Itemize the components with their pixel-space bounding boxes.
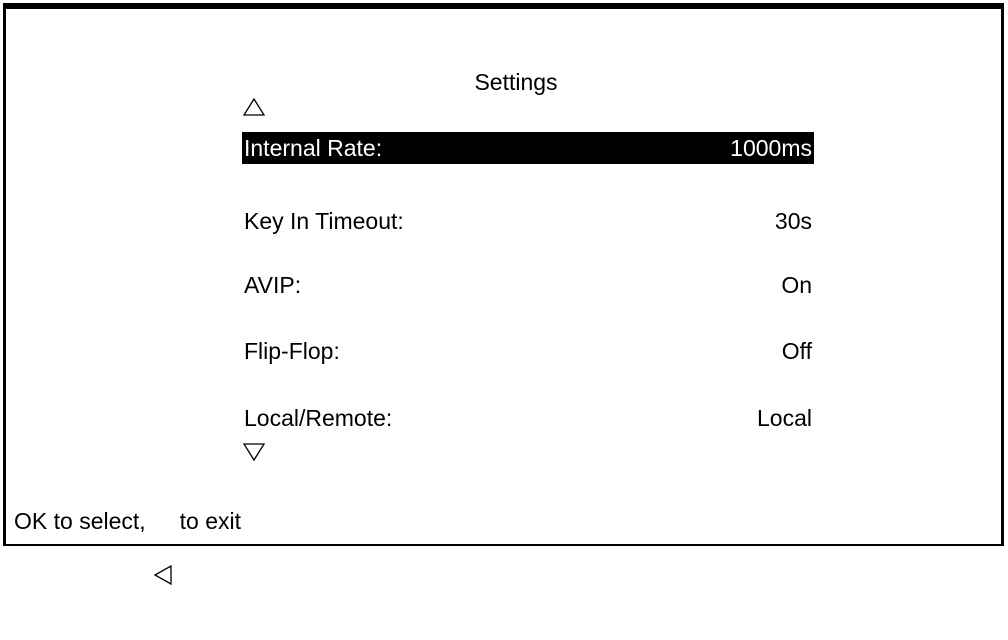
menu-item-avip[interactable]: AVIP: On: [242, 269, 814, 301]
triangle-left-icon: [152, 510, 174, 586]
menu-item-local-remote[interactable]: Local/Remote: Local: [242, 402, 814, 434]
menu-item-value: 30s: [774, 207, 812, 234]
menu-item-value: 1000ms: [730, 134, 812, 161]
menu-item-label: Internal Rate:: [244, 134, 383, 161]
scroll-up-arrow-icon[interactable]: [242, 97, 266, 117]
footer-hint-select: OK to select,: [14, 507, 146, 534]
menu-item-label: Local/Remote:: [244, 404, 393, 431]
menu-item-value: On: [781, 271, 812, 298]
menu-item-label: Flip-Flop:: [244, 337, 340, 364]
menu-item-value: Off: [781, 337, 812, 364]
menu-item-value: Local: [757, 404, 812, 431]
scroll-down-arrow-icon[interactable]: [242, 442, 266, 462]
menu-item-label: AVIP:: [244, 271, 302, 298]
menu-item-flip-flop[interactable]: Flip-Flop: Off: [242, 335, 814, 367]
footer-hint: OK to select, to exit: [14, 506, 242, 586]
footer-hint-exit: to exit: [179, 507, 242, 534]
menu-item-key-in-timeout[interactable]: Key In Timeout: 30s: [242, 205, 814, 237]
screen-frame: Settings Internal Rate: 1000ms Key In Ti…: [3, 3, 1004, 586]
page-title: Settings: [474, 69, 558, 95]
menu-item-label: Key In Timeout:: [244, 207, 404, 234]
menu-item-internal-rate[interactable]: Internal Rate: 1000ms: [242, 132, 814, 164]
